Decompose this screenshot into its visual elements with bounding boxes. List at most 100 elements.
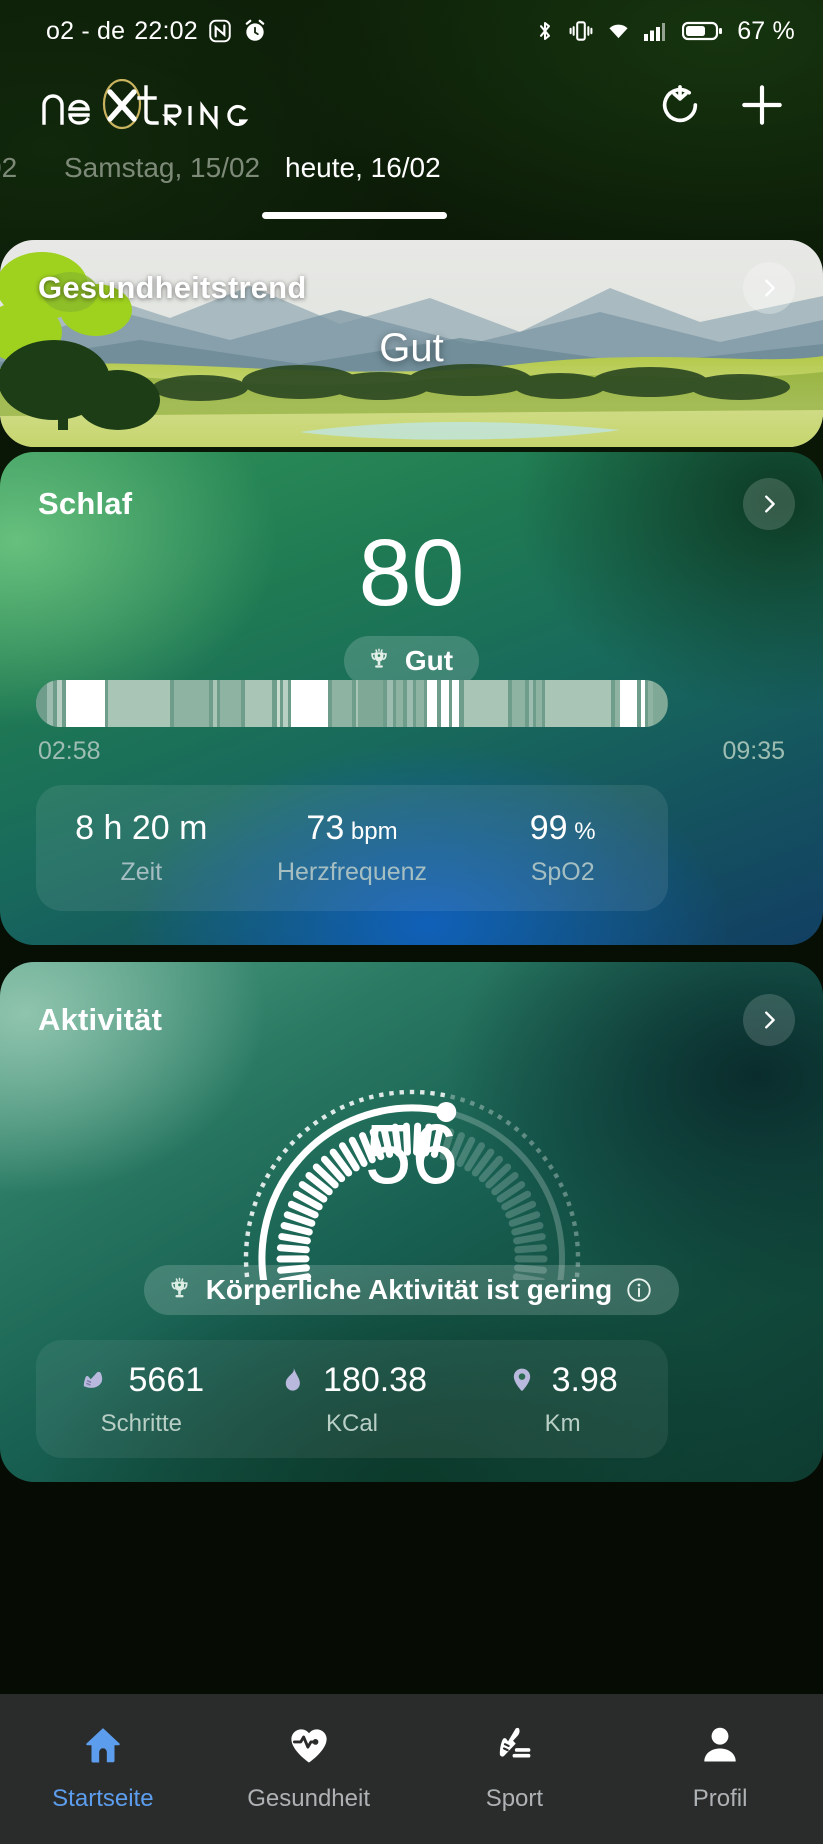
add-icon[interactable]	[737, 80, 787, 130]
bluetooth-icon	[533, 18, 557, 44]
gauge-dot	[246, 1221, 252, 1227]
sleep-quality-badge[interactable]: Gut	[343, 636, 480, 686]
activity-card-header: Aktivität	[38, 994, 795, 1046]
activity-stat-steps: 5661 Schritte	[36, 1340, 247, 1458]
activity-stat-kcal: 180.38 KCal	[247, 1340, 458, 1458]
info-icon[interactable]	[625, 1276, 653, 1304]
health-trend-chevron[interactable]	[743, 262, 795, 314]
hypnogram-segment	[512, 680, 526, 727]
gauge-dot	[338, 1104, 345, 1111]
alarm-icon	[242, 18, 268, 44]
gauge-dot	[571, 1221, 577, 1227]
gauge-tick	[513, 1244, 547, 1254]
sync-icon[interactable]	[657, 82, 703, 128]
gauge-dot	[244, 1231, 250, 1237]
sleep-card-chevron[interactable]	[743, 478, 795, 530]
hypnogram-segment	[619, 680, 637, 727]
sleep-hypnogram[interactable]	[36, 680, 668, 727]
gauge-dot	[478, 1104, 485, 1111]
gauge-dot	[388, 1090, 394, 1096]
date-tabs: 02 Samstag, 15/02 heute, 16/02	[0, 152, 823, 230]
sleep-badge-wrap: Gut	[0, 636, 823, 686]
hypnogram-segment	[173, 680, 209, 727]
hypnogram-segment	[427, 680, 438, 727]
gauge-dot	[419, 1089, 425, 1095]
activity-stat-km-row: 3.98	[508, 1361, 618, 1400]
gauge-dot	[378, 1092, 384, 1098]
gauge-dot	[251, 1201, 258, 1207]
activity-stat-km: 3.98 Km	[457, 1340, 668, 1458]
nav-item-gesundheit[interactable]: Gesundheit	[206, 1722, 412, 1813]
nav-item-sport[interactable]: Sport	[412, 1722, 618, 1813]
gauge-tick	[277, 1233, 311, 1245]
nav-item-profil[interactable]: Profil	[617, 1722, 823, 1813]
clock-label: 22:02	[134, 16, 198, 45]
gauge-dot	[575, 1252, 580, 1257]
hypnogram-bar	[36, 680, 668, 727]
gauge-dot	[243, 1252, 248, 1257]
date-tab-1[interactable]: Samstag, 15/02	[64, 152, 260, 194]
hypnogram-segment	[652, 680, 668, 727]
activity-status-label: Körperliche Aktivität ist gering	[205, 1274, 613, 1305]
sleep-stat-time-label: Zeit	[120, 858, 163, 886]
gauge-dot	[449, 1094, 455, 1100]
battery-percent-label: 67 %	[737, 16, 795, 45]
status-bar-left: o2 - de 22:02	[0, 17, 268, 46]
gauge-tick	[508, 1211, 540, 1227]
bottom-navigation: Startseite Gesundheit Sport Profil	[0, 1694, 823, 1844]
gauge-dot	[565, 1201, 572, 1207]
date-tab-2[interactable]: heute, 16/02	[285, 152, 441, 194]
date-tab-0[interactable]: 02	[0, 152, 17, 194]
activity-steps-label: Schritte	[100, 1409, 183, 1437]
wifi-icon	[605, 18, 632, 44]
health-trend-header: Gesundheitstrend	[38, 262, 795, 314]
gauge-tick	[283, 1211, 315, 1227]
app-logo	[0, 79, 254, 131]
gauge-dot	[409, 1089, 414, 1095]
gauge-dot	[368, 1094, 374, 1100]
activity-card-title: Aktivität	[38, 1002, 163, 1037]
hypnogram-segment	[108, 680, 171, 727]
gauge-tick	[276, 1244, 310, 1254]
activity-kcal-label: KCal	[325, 1409, 379, 1437]
sleep-quality-label: Gut	[404, 645, 454, 676]
activity-card[interactable]: Aktivität 56 Körperliche Aktivität ist g…	[0, 962, 823, 1482]
app-header	[0, 68, 823, 142]
app-root: o2 - de 22:02 67 % 2 Samstag, 15/02 heut…	[0, 0, 823, 1844]
hypnogram-segment	[441, 680, 449, 727]
hypnogram-segment	[220, 680, 242, 727]
hypnogram-segment	[416, 680, 425, 727]
activity-km-value: 3.98	[551, 1360, 618, 1399]
chevron-right-icon	[765, 1011, 775, 1029]
health-trend-value: Gut	[379, 326, 444, 370]
chevron-right-icon	[765, 279, 775, 297]
activity-score-value: 56	[364, 1107, 459, 1201]
sleep-stat-spo2-value: 99 %	[529, 809, 596, 847]
flame-icon	[277, 1363, 307, 1397]
sleep-card[interactable]: Schlaf 80 Gut 02:58 09:35 8 h 20 m Zeit …	[0, 452, 823, 945]
carrier-label: o2 - de	[46, 16, 126, 45]
battery-icon	[682, 19, 724, 43]
hypnogram-segment	[65, 680, 106, 727]
activity-status-badge[interactable]: Körperliche Aktivität ist gering	[143, 1265, 680, 1315]
gauge-tick	[512, 1233, 546, 1245]
hypnogram-segment	[244, 680, 272, 727]
hypnogram-segment	[290, 680, 329, 727]
hypnogram-segment	[463, 680, 509, 727]
gauge-dot	[568, 1210, 575, 1217]
gauge-dot	[243, 1241, 249, 1247]
activity-km-label: Km	[544, 1409, 581, 1437]
activity-stats-row: 5661 Schritte 180.38 KCal 3.98 Km	[36, 1340, 668, 1458]
sleep-stat-hr-value: 73 bpm	[306, 809, 398, 847]
activity-card-chevron[interactable]	[743, 994, 795, 1046]
heart-pulse-icon	[286, 1722, 332, 1773]
nav-item-startseite[interactable]: Startseite	[0, 1722, 206, 1813]
sleep-stat-time: 8 h 20 m Zeit	[36, 785, 247, 911]
health-trend-card[interactable]: Gesundheitstrend Gut	[0, 240, 823, 447]
nav-label-gesundheit: Gesundheit	[247, 1785, 370, 1812]
hypnogram-time-range: 02:58 09:35	[38, 737, 785, 766]
active-tab-underline	[262, 212, 447, 219]
location-pin-icon	[508, 1363, 536, 1397]
sleep-end-time: 09:35	[722, 737, 785, 765]
hypnogram-segment	[452, 680, 460, 727]
